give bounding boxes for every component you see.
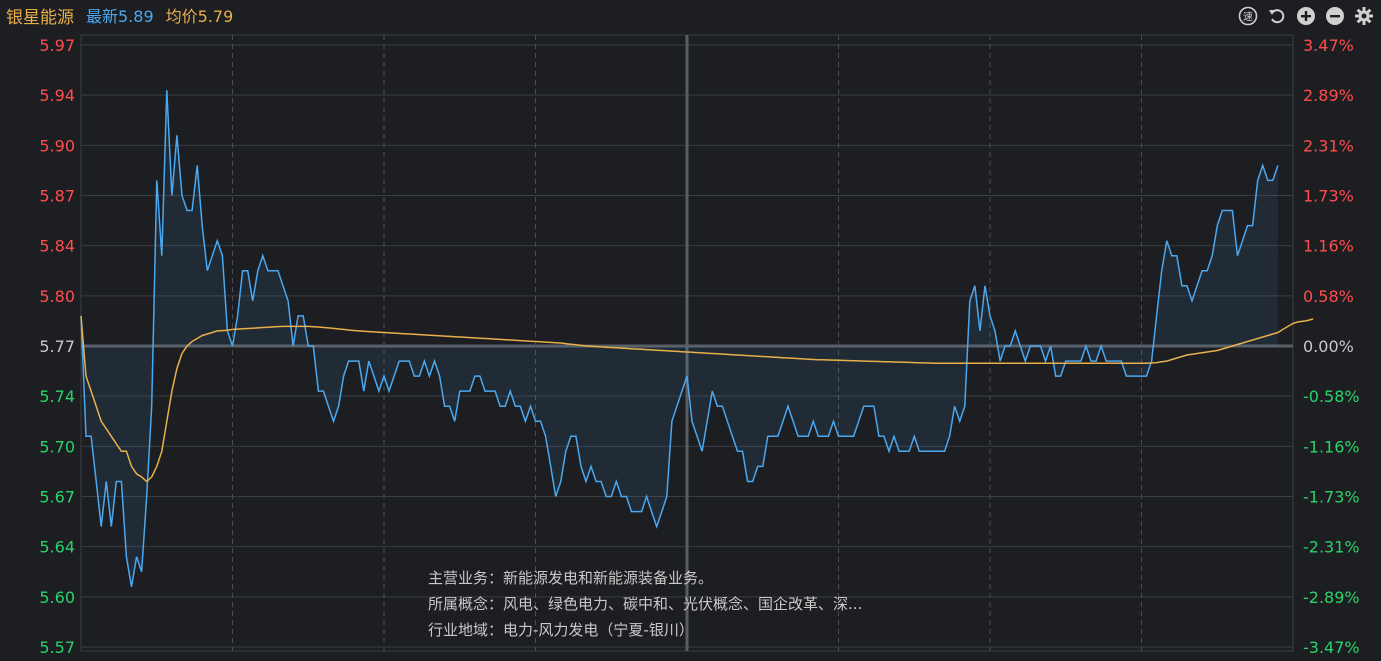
y-tick-left: 5.60 [39,588,75,607]
y-tick-left: 5.87 [39,187,75,206]
y-tick-left: 5.97 [39,36,75,55]
intraday-chart[interactable]: 5.97 3.47% 5.94 2.89% 5.90 2.31% 5.87 1.73% 5.84… [0,0,1381,661]
y-tick-left: 5.77 [39,337,75,356]
y-tick-left: 5.90 [39,136,75,155]
company-info-panel: 主营业务：新能源发电和新能源装备业务。 所属概念：风电、绿色电力、碳中和、光伏概… [428,565,862,643]
y-tick-right: 2.89% [1303,86,1354,105]
y-tick-left: 5.94 [39,86,75,105]
y-tick-right: -1.73% [1303,488,1360,507]
y-tick-left: 5.70 [39,437,75,456]
concepts-text: 所属概念：风电、绿色电力、碳中和、光伏概念、国企改革、深... [428,595,863,613]
y-tick-right: -0.58% [1303,387,1360,406]
y-tick-right: -2.31% [1303,538,1360,557]
y-tick-right: 0.58% [1303,287,1354,306]
industry-region-text: 行业地域：电力-风力发电（宁夏-银川） [428,621,694,639]
y-tick-left: 5.80 [39,287,75,306]
y-tick-left: 5.64 [39,538,75,557]
y-tick-right: -3.47% [1303,638,1360,657]
y-tick-right: 2.31% [1303,136,1354,155]
y-tick-right: -1.16% [1303,437,1360,456]
y-tick-right: 1.73% [1303,187,1354,206]
y-tick-left: 5.74 [39,387,75,406]
y-tick-right: -2.89% [1303,588,1360,607]
y-tick-left: 5.67 [39,488,75,507]
y-tick-right: 3.47% [1303,36,1354,55]
main-business-text: 主营业务：新能源发电和新能源装备业务。 [428,569,714,587]
y-tick-right: 0.00% [1303,337,1354,356]
y-tick-right: 1.16% [1303,237,1354,256]
y-tick-left: 5.84 [39,237,75,256]
y-tick-left: 5.57 [39,638,75,657]
price-area [81,90,1278,587]
